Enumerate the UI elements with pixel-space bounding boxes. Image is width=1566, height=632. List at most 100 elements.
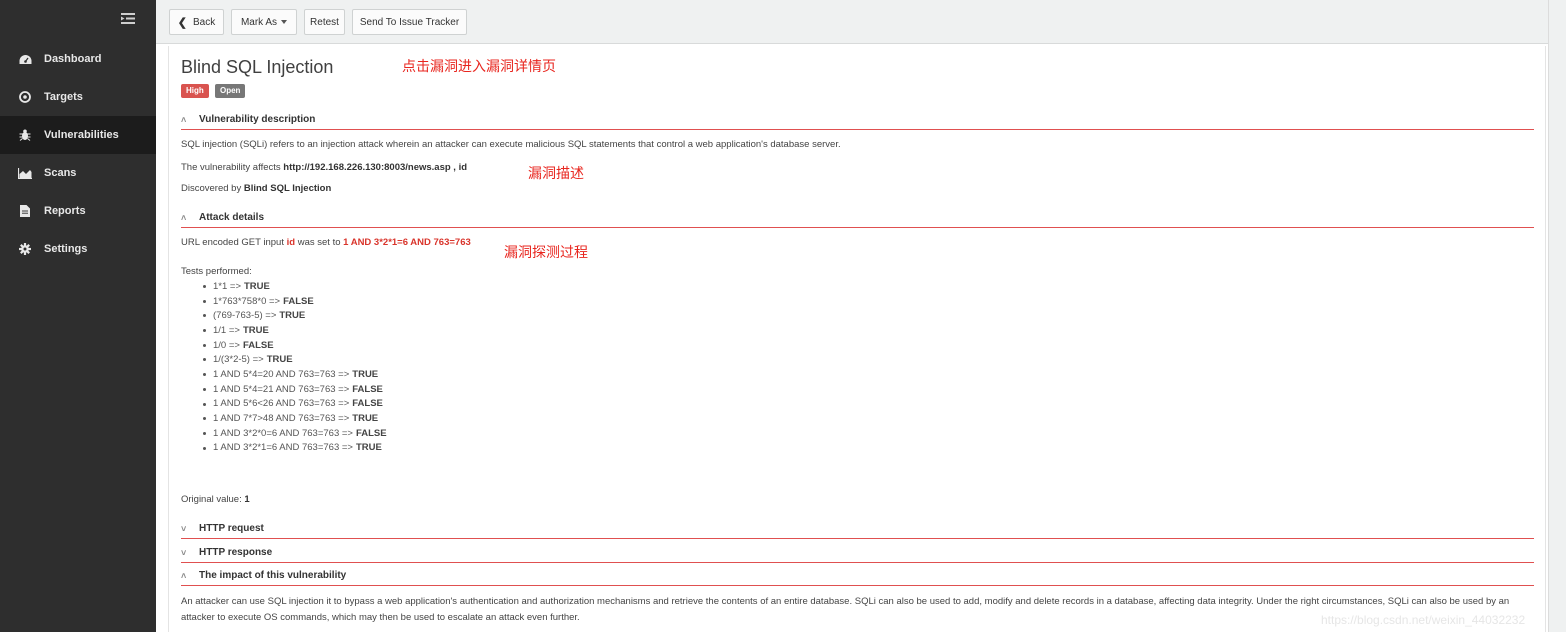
discovered-prefix: Discovered by <box>181 183 244 194</box>
sidebar-item-reports[interactable]: Reports <box>0 192 156 230</box>
list-item: 1 AND 3*2*1=6 AND 763=763 => TRUE <box>181 441 387 456</box>
retest-button[interactable]: Retest <box>304 9 345 35</box>
section-label: HTTP request <box>199 523 264 534</box>
annotation-vuln-description: 漏洞描述 <box>528 166 584 182</box>
back-button[interactable]: ❮ Back <box>169 9 224 35</box>
list-item: 1*763*758*0 => FALSE <box>181 294 387 309</box>
description-text: SQL injection (SQLi) refers to an inject… <box>181 139 841 150</box>
sidebar-item-label: Dashboard <box>44 53 102 65</box>
annotation-probe-process: 漏洞探测过程 <box>504 245 588 261</box>
affects-target: http://192.168.226.130:8003/news.asp , i… <box>283 162 468 173</box>
list-item: (769-763-5) => TRUE <box>181 308 387 323</box>
attack-line-mid: was set to <box>295 237 344 248</box>
list-item: 1/(3*2-5) => TRUE <box>181 352 387 367</box>
section-impact[interactable]: ˄ The impact of this vulnerability <box>181 570 1534 586</box>
test-result: FALSE <box>352 383 383 395</box>
chevron-left-icon: ❮ <box>177 16 187 29</box>
test-expression: 1/1 => <box>213 324 240 336</box>
test-expression: 1*1 => <box>213 280 241 292</box>
section-label: The impact of this vulnerability <box>199 570 347 581</box>
list-item: 1 AND 5*4=21 AND 763=763 => FALSE <box>181 382 387 397</box>
mark-as-label: Mark As <box>240 16 278 28</box>
sidebar-item-label: Reports <box>44 205 86 217</box>
affects-prefix: The vulnerability affects <box>181 162 284 173</box>
test-expression: 1 AND 3*2*1=6 AND 763=763 => <box>213 442 353 454</box>
test-expression: 1 AND 3*2*0=6 AND 763=763 => <box>213 427 353 439</box>
vulnerability-detail-panel: Blind SQL Injection 点击漏洞进入漏洞详情页 High Ope… <box>168 46 1546 632</box>
section-label: Attack details <box>199 212 265 223</box>
section-http-response[interactable]: ˅ HTTP response <box>181 547 1534 563</box>
annotation-click-detail: 点击漏洞进入漏洞详情页 <box>402 59 556 75</box>
list-item: 1 AND 3*2*0=6 AND 763=763 => FALSE <box>181 426 387 441</box>
sidebar-nav: Dashboard Targets Vulnerabilities Scans … <box>0 40 156 268</box>
test-result: FALSE <box>242 339 274 351</box>
test-result: FALSE <box>283 295 314 307</box>
test-result: TRUE <box>242 324 269 336</box>
file-icon <box>18 204 32 218</box>
sidebar-item-targets[interactable]: Targets <box>0 78 156 116</box>
chevron-up-icon: ˄ <box>181 115 187 125</box>
sidebar-toggle-icon[interactable] <box>121 13 141 27</box>
list-item: 1/1 => TRUE <box>181 323 387 338</box>
test-result: FALSE <box>352 398 383 410</box>
sidebar-item-scans[interactable]: Scans <box>0 154 156 192</box>
test-expression: 1*763*758*0 => <box>213 295 281 307</box>
section-attack-details[interactable]: ˄ Attack details <box>181 212 1534 228</box>
list-item: 1 AND 5*6<26 AND 763=763 => FALSE <box>181 397 387 412</box>
back-button-label: Back <box>192 16 216 28</box>
test-result: TRUE <box>352 413 379 425</box>
test-result: TRUE <box>266 354 293 366</box>
test-expression: (769-763-5) => <box>213 310 277 322</box>
toolbar: ❮ Back Mark As Retest Send To Issue Trac… <box>156 0 1548 44</box>
chevron-up-icon: ˄ <box>181 213 187 223</box>
sidebar-item-dashboard[interactable]: Dashboard <box>0 40 156 78</box>
section-label: Vulnerability description <box>199 114 316 125</box>
dashboard-icon <box>18 52 32 66</box>
test-expression: 1 AND 5*6<26 AND 763=763 => <box>213 398 350 410</box>
list-item: 1*1 => TRUE <box>181 279 387 294</box>
chevron-up-icon: ˄ <box>181 571 187 581</box>
scrollbar[interactable] <box>1548 0 1566 632</box>
test-expression: 1/(3*2-5) => <box>213 354 264 366</box>
tests-list: 1*1 => TRUE 1*763*758*0 => FALSE (769-763-… <box>181 279 387 455</box>
watermark: https://blog.csdn.net/weixin_44032232 <box>1321 613 1526 627</box>
target-icon <box>18 90 32 104</box>
sidebar-item-settings[interactable]: Settings <box>0 230 156 268</box>
chevron-down-icon: ˅ <box>181 548 187 558</box>
severity-badge: High <box>181 84 209 98</box>
section-label: HTTP response <box>199 547 273 558</box>
sidebar-item-label: Settings <box>44 243 88 255</box>
tests-performed-label: Tests performed: <box>181 266 252 277</box>
attack-param: id <box>286 237 296 248</box>
status-badge: Open <box>215 84 246 98</box>
send-label: Send To Issue Tracker <box>359 16 460 28</box>
list-item: 1 AND 5*4=20 AND 763=763 => TRUE <box>181 367 387 382</box>
test-result: FALSE <box>355 427 387 439</box>
chevron-down-icon: ˅ <box>181 524 187 534</box>
test-expression: 1 AND 7*7>48 AND 763=763 => <box>213 413 350 425</box>
original-value-line: Original value: 1 <box>181 494 250 505</box>
attack-payload: 1 AND 3*2*1=6 AND 763=763 <box>343 237 471 248</box>
discovered-by: Blind SQL Injection <box>243 183 332 194</box>
test-expression: 1/0 => <box>213 339 240 351</box>
bug-icon <box>18 128 32 142</box>
sidebar-item-vulnerabilities[interactable]: Vulnerabilities <box>0 116 156 154</box>
test-result: TRUE <box>352 368 379 380</box>
test-result: TRUE <box>355 442 382 454</box>
caret-down-icon <box>281 20 288 24</box>
sidebar-item-label: Scans <box>44 167 77 179</box>
section-vulnerability-description[interactable]: ˄ Vulnerability description <box>181 114 1534 130</box>
section-http-request[interactable]: ˅ HTTP request <box>181 523 1534 539</box>
page-title: Blind SQL Injection <box>181 57 334 77</box>
sidebar-item-label: Vulnerabilities <box>44 129 119 141</box>
send-to-issue-tracker-button[interactable]: Send To Issue Tracker <box>352 9 467 35</box>
mark-as-dropdown[interactable]: Mark As <box>231 9 297 35</box>
test-expression: 1 AND 5*4=21 AND 763=763 => <box>213 383 350 395</box>
retest-label: Retest <box>310 16 339 28</box>
attack-line: URL encoded GET input id was set to 1 AN… <box>181 237 471 248</box>
attack-line-prefix: URL encoded GET input <box>181 237 287 248</box>
area-chart-icon <box>18 166 32 180</box>
affects-line: The vulnerability affects http://192.168… <box>181 162 467 173</box>
gear-icon <box>18 242 32 256</box>
discovered-line: Discovered by Blind SQL Injection <box>181 183 331 194</box>
